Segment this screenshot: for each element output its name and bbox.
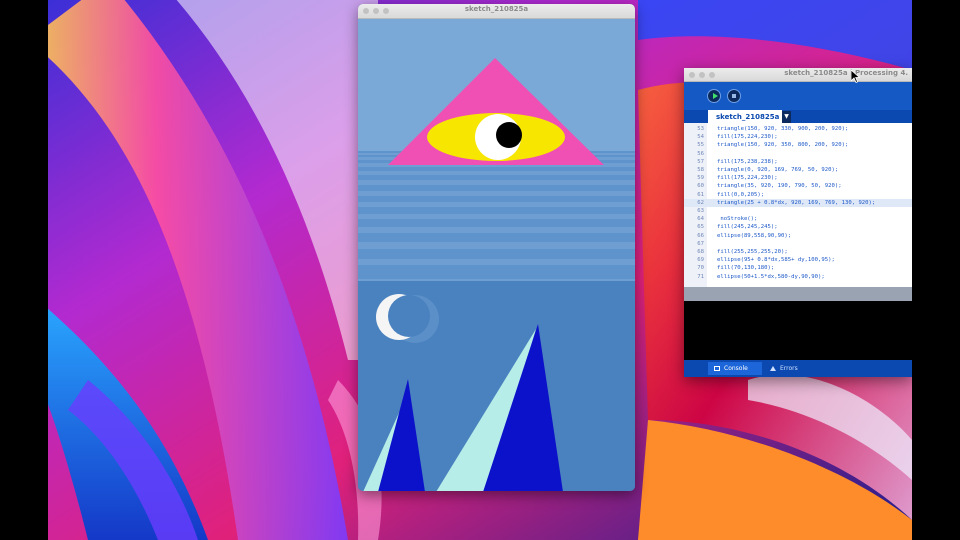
sketch-window-title: sketch_210825a: [464, 5, 529, 13]
code-text[interactable]: fill(175,238,238);: [717, 158, 778, 166]
code-line[interactable]: 58 triangle(0, 920, 169, 769, 50, 920);: [684, 166, 912, 174]
stop-icon[interactable]: [727, 89, 741, 103]
ide-window-title: sketch_210825a | Processing 4.: [784, 69, 908, 77]
code-line[interactable]: 66 ellipse(89,558,90,90);: [684, 232, 912, 240]
chevron-down-icon[interactable]: ▼: [782, 111, 791, 123]
console-label: Console: [724, 365, 748, 372]
code-line[interactable]: 70 fill(70,130,180);: [684, 264, 912, 272]
line-number: 53: [697, 126, 704, 132]
line-number: 71: [697, 273, 704, 280]
code-line[interactable]: 55 triangle(150, 920, 350, 800, 200, 920)…: [684, 141, 912, 149]
code-line[interactable]: 63: [684, 207, 912, 215]
line-number: 68: [697, 249, 704, 255]
sketch-titlebar[interactable]: sketch_210825a: [358, 4, 635, 19]
code-line[interactable]: 71 ellipse(50+1.5*dx,580-dy,90,90);: [684, 273, 912, 281]
errors-label: Errors: [780, 365, 798, 372]
moon-shadow: [388, 295, 430, 337]
console-tab-button[interactable]: Console: [708, 362, 762, 375]
code-line[interactable]: 61 fill(0,0,205);: [684, 191, 912, 199]
code-text[interactable]: ellipse(89,558,90,90);: [717, 232, 791, 240]
code-text[interactable]: triangle(35, 920, 190, 790, 50, 920);: [717, 182, 842, 190]
eye-pupil: [496, 122, 522, 148]
code-line[interactable]: 59 fill(175,224,230);: [684, 174, 912, 182]
code-line[interactable]: 68 fill(255,255,255,20);: [684, 248, 912, 256]
code-text[interactable]: noStroke();: [717, 215, 757, 223]
code-editor[interactable]: 53 triangle(150, 920, 330, 900, 200, 920)…: [684, 123, 912, 287]
code-text[interactable]: triangle(150, 920, 350, 800, 200, 920);: [717, 141, 848, 149]
ide-statusbar: Console Errors: [684, 360, 912, 377]
play-icon[interactable]: [707, 89, 721, 103]
mouse-pointer-icon: [851, 70, 860, 83]
line-number: 66: [697, 232, 704, 239]
line-number: 54: [697, 134, 704, 141]
line-number: 70: [697, 265, 704, 272]
tab-sketch[interactable]: sketch_210825a: [708, 110, 782, 124]
console-output: [684, 301, 912, 360]
line-number: 65: [697, 224, 704, 231]
console-icon: [714, 366, 720, 371]
zoom-window-button[interactable]: [709, 72, 715, 78]
code-text[interactable]: ellipse(95+ 0.8*dx,585+ dy,100,95);: [717, 256, 835, 264]
code-text[interactable]: triangle(25 + 0.8*dx, 920, 169, 769, 130…: [717, 199, 875, 207]
line-number: 69: [697, 257, 704, 264]
horizontal-scrollbar[interactable]: [684, 287, 912, 301]
code-text[interactable]: fill(175,224,230);: [717, 174, 778, 182]
tab-strip: sketch_210825a ▼: [684, 110, 912, 124]
warning-icon: [770, 366, 776, 371]
minimize-window-button[interactable]: [699, 72, 705, 78]
line-number: 57: [697, 158, 704, 165]
code-text[interactable]: fill(70,130,180);: [717, 264, 774, 272]
line-number: 64: [697, 216, 704, 223]
code-line[interactable]: 62 triangle(25 + 0.8*dx, 920, 169, 769, 1…: [684, 198, 912, 207]
code-text[interactable]: fill(0,0,205);: [717, 191, 764, 199]
line-number: 60: [697, 183, 704, 190]
water-stripes: [358, 151, 635, 281]
line-number: 56: [697, 150, 704, 157]
line-number: 67: [697, 240, 704, 247]
code-line[interactable]: 64 noStroke();: [684, 215, 912, 223]
code-line[interactable]: 56: [684, 150, 912, 158]
sketch-window[interactable]: sketch_210825a: [358, 4, 635, 491]
line-number: 55: [697, 142, 704, 149]
code-text[interactable]: fill(175,224,230);: [717, 133, 778, 141]
processing-ide-window[interactable]: sketch_210825a | Processing 4. sketch_21…: [684, 68, 912, 377]
line-number: 59: [697, 175, 704, 182]
code-line[interactable]: 54 fill(175,224,230);: [684, 133, 912, 141]
code-text[interactable]: fill(245,245,245);: [717, 223, 778, 231]
code-text[interactable]: triangle(150, 920, 330, 900, 200, 920);: [717, 125, 848, 133]
close-window-button[interactable]: [689, 72, 695, 78]
code-line[interactable]: 69 ellipse(95+ 0.8*dx,585+ dy,100,95);: [684, 256, 912, 264]
line-number: 62: [697, 199, 704, 206]
sketch-canvas: [358, 19, 635, 491]
ide-titlebar[interactable]: sketch_210825a | Processing 4.: [684, 68, 912, 82]
code-line[interactable]: 53 triangle(150, 920, 330, 900, 200, 920)…: [684, 125, 912, 133]
code-line[interactable]: 67: [684, 240, 912, 248]
code-line[interactable]: 65 fill(245,245,245);: [684, 223, 912, 231]
code-text[interactable]: triangle(0, 920, 169, 769, 50, 920);: [717, 166, 838, 174]
code-text[interactable]: fill(255,255,255,20);: [717, 248, 788, 256]
errors-tab-button[interactable]: Errors: [764, 362, 814, 375]
code-text[interactable]: ellipse(50+1.5*dx,580-dy,90,90);: [717, 273, 825, 281]
ide-toolbar: [684, 82, 912, 110]
line-number: 63: [697, 208, 704, 214]
line-number: 58: [697, 167, 704, 173]
line-number: 61: [697, 191, 704, 198]
code-line[interactable]: 60 triangle(35, 920, 190, 790, 50, 920);: [684, 182, 912, 190]
code-line[interactable]: 57 fill(175,238,238);: [684, 158, 912, 166]
